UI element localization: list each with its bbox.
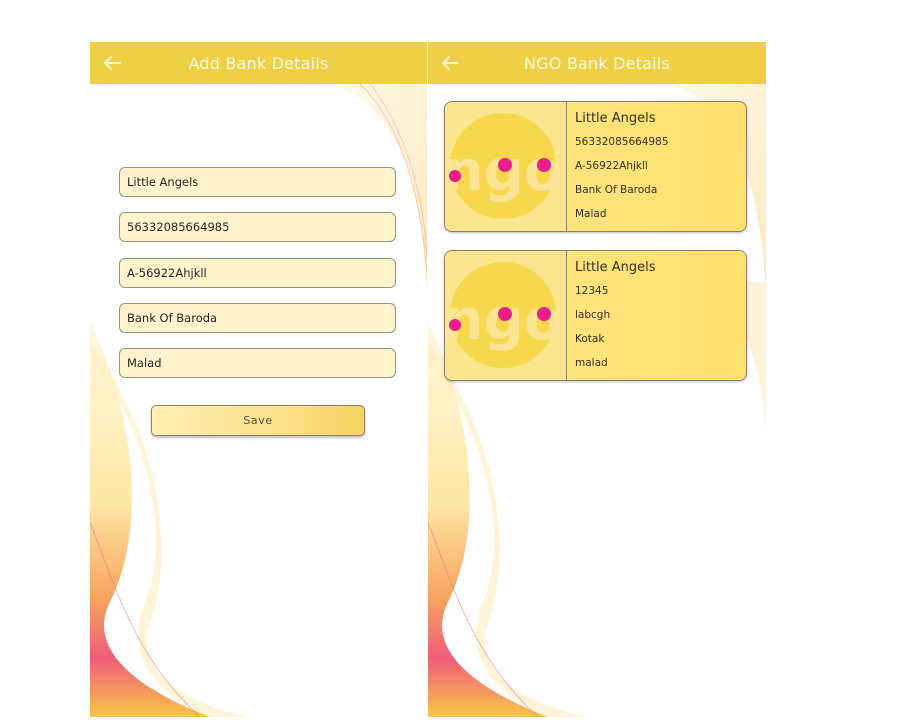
card-account-name: Little Angels bbox=[575, 260, 656, 275]
back-arrow-icon[interactable] bbox=[438, 51, 462, 75]
app-bar: Add Bank Details bbox=[90, 42, 427, 84]
add-bank-details-screen: Add Bank Details Save bbox=[90, 42, 427, 717]
card-branch: Malad bbox=[575, 208, 607, 220]
card-ifsc-code: A-56922Ahjkll bbox=[575, 160, 648, 172]
card-bank-name: Kotak bbox=[575, 333, 605, 345]
app-bar: NGO Bank Details bbox=[428, 42, 766, 84]
bank-card[interactable]: ngo Little Angels 56332085664985 A-56922… bbox=[444, 101, 747, 232]
page-title: Add Bank Details bbox=[188, 53, 329, 73]
card-account-name: Little Angels bbox=[575, 111, 656, 126]
bank-card[interactable]: ngo Little Angels 12345 labcgh Kotak mal… bbox=[444, 250, 747, 381]
account-number-input[interactable] bbox=[119, 212, 396, 242]
bank-name-input[interactable] bbox=[119, 303, 396, 333]
card-account-number: 12345 bbox=[575, 285, 609, 297]
ifsc-code-input[interactable] bbox=[119, 258, 396, 288]
card-ifsc-code: labcgh bbox=[575, 309, 611, 321]
back-arrow-icon[interactable] bbox=[100, 51, 124, 75]
ngo-logo: ngo bbox=[445, 251, 567, 380]
save-button[interactable]: Save bbox=[151, 405, 365, 436]
card-branch: malad bbox=[575, 357, 608, 369]
bank-card-list: ngo Little Angels 56332085664985 A-56922… bbox=[428, 84, 766, 717]
card-account-number: 56332085664985 bbox=[575, 136, 669, 148]
ngo-logo: ngo bbox=[445, 102, 567, 231]
card-bank-name: Bank Of Baroda bbox=[575, 184, 658, 196]
branch-input[interactable] bbox=[119, 348, 396, 378]
account-name-input[interactable] bbox=[119, 167, 396, 197]
page-title: NGO Bank Details bbox=[524, 53, 670, 73]
ngo-bank-details-screen: NGO Bank Details Little Angels 563320856… bbox=[428, 42, 766, 717]
